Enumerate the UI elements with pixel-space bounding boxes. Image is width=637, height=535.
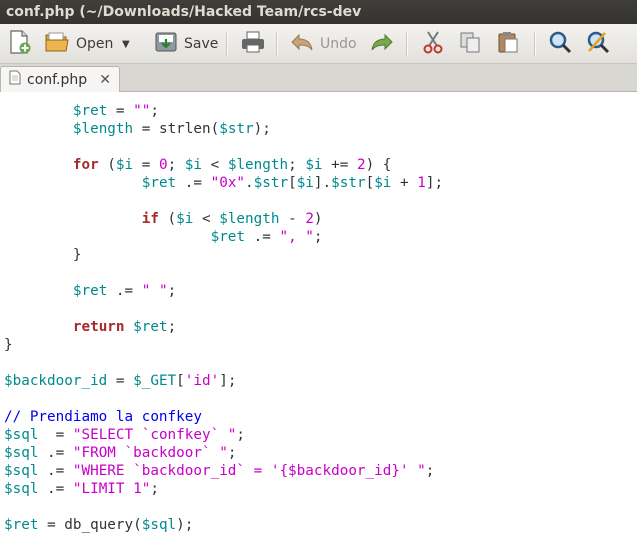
document-icon [9,70,21,89]
copy-button[interactable] [458,30,482,58]
print-icon [240,30,266,58]
code-editor[interactable]: $ret = ""; $length = strlen($str); for (… [0,92,637,535]
close-icon[interactable]: ✕ [99,72,111,88]
code-line[interactable]: $sql .= "FROM `backdoor` "; [4,445,236,461]
code-line[interactable]: $ret .= ", "; [4,229,323,245]
code-line[interactable]: $ret = ""; [4,103,159,119]
code-line-partial [4,92,73,101]
print-button[interactable] [240,30,266,58]
redo-button[interactable] [370,30,394,58]
open-folder-icon [44,30,70,58]
code-line[interactable]: // Prendiamo la confkey [4,409,202,425]
open-button[interactable]: Open [44,30,113,58]
scissors-icon [422,30,444,58]
new-document-button[interactable] [8,30,32,58]
code-line[interactable]: $length = strlen($str); [4,121,271,137]
code-line[interactable]: $ret .= "0x".$str[$i].$str[$i + 1]; [4,175,443,191]
code-line[interactable]: $ret .= " "; [4,283,176,299]
new-document-icon [8,29,32,59]
code-line[interactable]: } [4,337,13,353]
dropdown-arrow-icon: ▼ [122,38,130,50]
code-line[interactable]: } [4,247,82,263]
code-line[interactable]: $sql .= "LIMIT 1"; [4,481,159,497]
copy-icon [458,30,482,58]
find-button[interactable] [548,30,572,58]
clipboard-icon [496,30,520,58]
redo-arrow-icon [370,31,394,57]
toolbar: Open ▼ Save Undo [0,24,637,64]
toolbar-separator [226,32,228,56]
save-button-label: Save [184,36,219,52]
find-replace-button[interactable] [586,30,610,58]
undo-arrow-icon [290,31,314,57]
open-button-label: Open [76,36,114,52]
toolbar-separator [406,32,408,56]
open-recent-dropdown[interactable]: ▼ [122,30,130,58]
code-line[interactable]: for ($i = 0; $i < $length; $i += 2) { [4,157,392,173]
code-line[interactable]: $sql .= "WHERE `backdoor_id` = '{$backdo… [4,463,434,479]
save-button[interactable]: Save [154,30,218,58]
code-line[interactable]: return $ret; [4,319,176,335]
tab-bar: conf.php ✕ [0,64,637,92]
cut-button[interactable] [422,30,444,58]
search-replace-icon [586,30,610,58]
window-title-bar: conf.php (~/Downloads/Hacked Team/rcs-de… [0,0,637,24]
paste-button[interactable] [496,30,520,58]
toolbar-separator [276,32,278,56]
code-line[interactable]: $ret = db_query($sql); [4,517,193,533]
save-icon [154,30,178,58]
undo-button[interactable]: Undo [290,30,357,58]
undo-button-label: Undo [320,36,357,52]
code-line[interactable]: if ($i < $length - 2) [4,211,323,227]
code-text[interactable]: $ret = ""; $length = strlen($str); for (… [4,92,443,534]
search-icon [548,30,572,58]
tab-conf-php[interactable]: conf.php ✕ [0,66,120,92]
tab-label: conf.php [27,71,88,88]
toolbar-separator [534,32,536,56]
code-line[interactable]: $backdoor_id = $_GET['id']; [4,373,236,389]
code-line[interactable]: $sql = "SELECT `confkey` "; [4,427,245,443]
window-title: conf.php (~/Downloads/Hacked Team/rcs-de… [6,4,362,20]
